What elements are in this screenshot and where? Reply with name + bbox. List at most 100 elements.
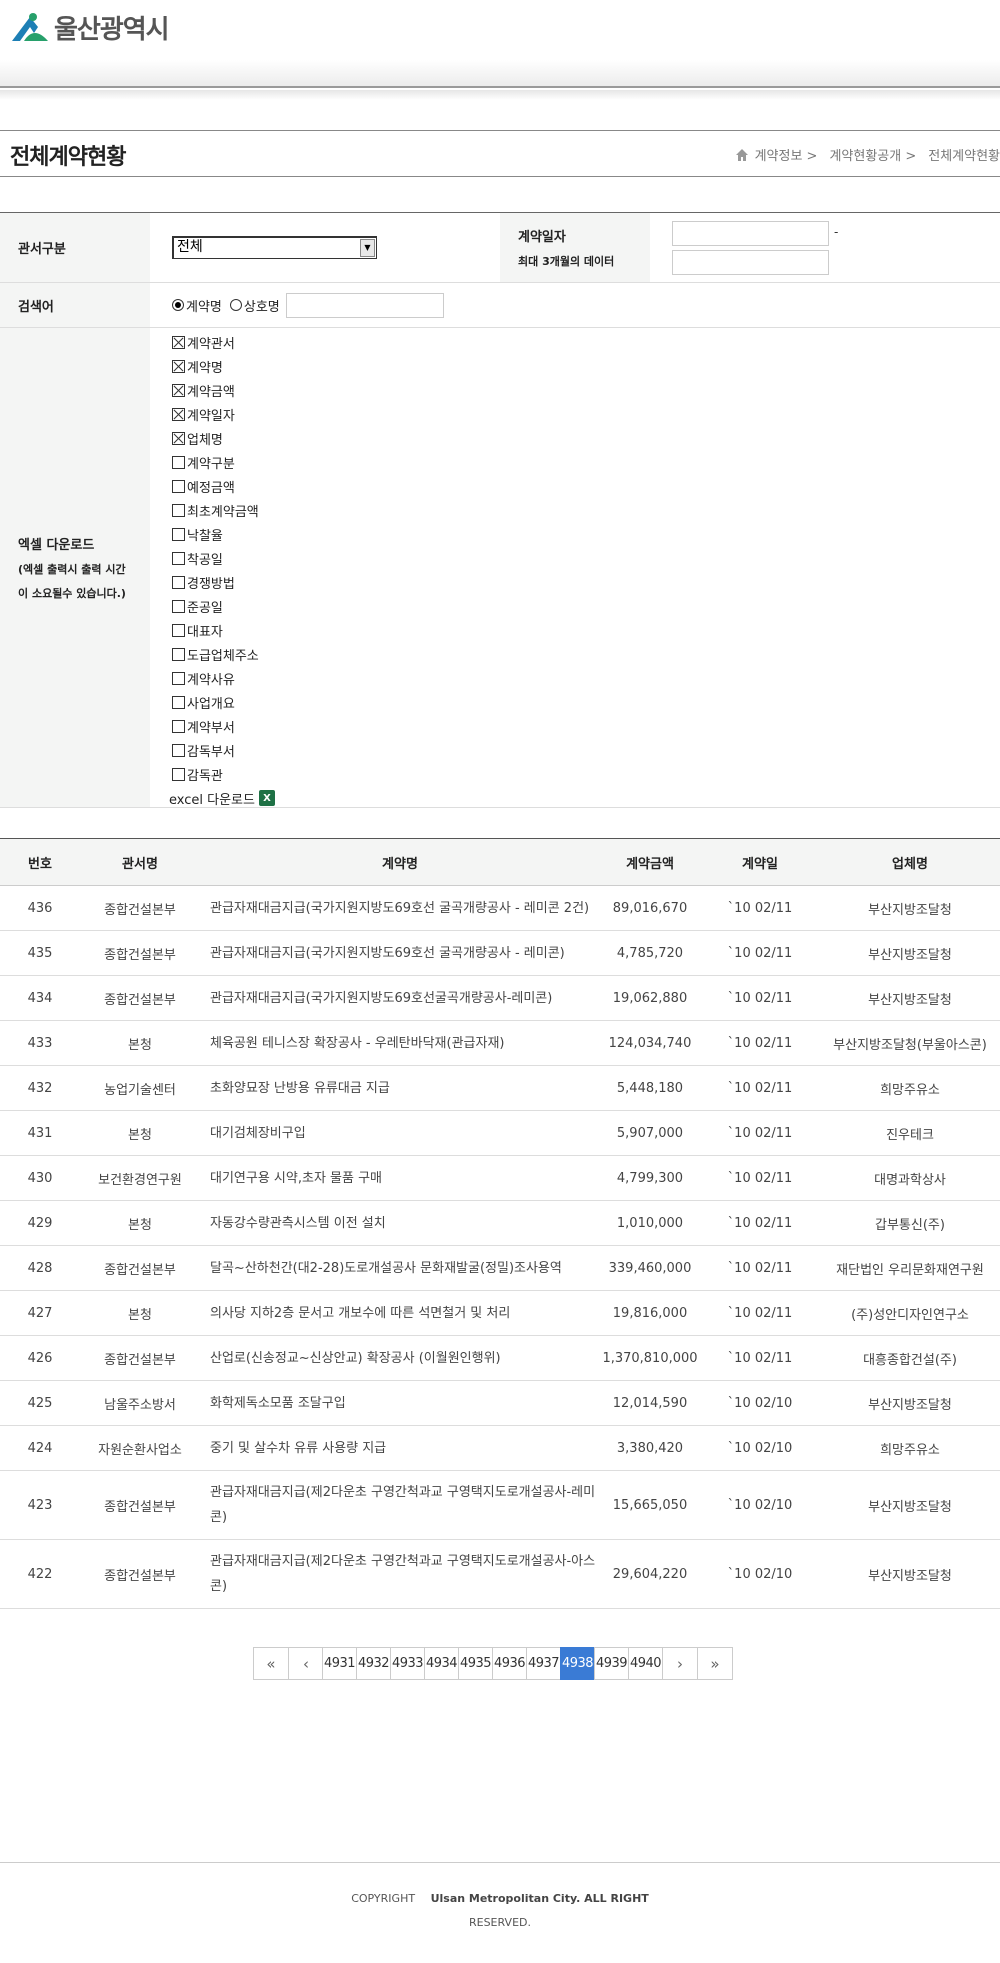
checkbox-icon[interactable] (172, 647, 185, 661)
excel-icon[interactable]: X (258, 790, 275, 806)
excel-column-checkbox[interactable]: 계약구분 (172, 450, 275, 474)
date-start-input[interactable] (672, 220, 829, 246)
row-contract-name[interactable]: 관급자재대금지급(국가지원지방도69호선 굴곡개량공사 - 레미콘) (200, 930, 600, 976)
excel-column-checkbox[interactable]: 계약사유 (172, 666, 275, 690)
excel-column-checkbox[interactable]: 대표자 (172, 618, 275, 642)
row-contract-name[interactable]: 자동강수량관측시스템 이전 설치 (200, 1200, 600, 1246)
breadcrumb-item[interactable]: 계약현황공개 > (829, 145, 916, 164)
page-number-button[interactable]: 4937 (526, 1647, 561, 1680)
checkbox-checked-icon[interactable] (172, 407, 185, 421)
home-icon[interactable] (735, 148, 749, 162)
page-number-button[interactable]: 4931 (322, 1647, 357, 1680)
row-contract-name[interactable]: 중기 및 살수차 유류 사용량 지급 (200, 1425, 600, 1471)
breadcrumb-item[interactable]: 계약정보 > (755, 145, 818, 164)
checkbox-icon[interactable] (172, 671, 185, 685)
page-number-button[interactable]: 4934 (424, 1647, 459, 1680)
checkbox-icon[interactable] (172, 767, 185, 781)
checkbox-icon[interactable] (172, 599, 185, 613)
row-contract-name[interactable]: 초화양묘장 난방용 유류대금 지급 (200, 1065, 600, 1111)
table-row[interactable]: 436 종합건설본부 관급자재대금지급(국가지원지방도69호선 굴곡개량공사 - 레… (0, 885, 1000, 931)
next-page-button[interactable]: › (662, 1647, 698, 1680)
office-select[interactable]: 전체 ▼ (172, 236, 377, 259)
radio-company-name[interactable]: 상호명 (229, 296, 280, 315)
table-row[interactable]: 433 본청 체육공원 테니스장 확장공사 - 우레탄바닥재(관급자재) 124,03… (0, 1020, 1000, 1066)
checkbox-icon[interactable] (172, 695, 185, 709)
row-contract-name[interactable]: 관급자재대금지급(국가지원지방도69호선굴곡개량공사-레미콘) (200, 975, 600, 1021)
checkbox-icon[interactable] (172, 503, 185, 517)
table-row[interactable]: 425 남울주소방서 화학제독소모품 조달구입 12,014,590 `10 02/10… (0, 1380, 1000, 1426)
site-logo[interactable]: 울산광역시 (10, 9, 170, 46)
page-number-button[interactable]: 4938 (560, 1647, 595, 1680)
checkbox-checked-icon[interactable] (172, 359, 185, 373)
table-row[interactable]: 435 종합건설본부 관급자재대금지급(국가지원지방도69호선 굴곡개량공사 - 레… (0, 930, 1000, 976)
table-row[interactable]: 423 종합건설본부 관급자재대금지급(제2다운초 구영간척과교 구영택지도로개설공… (0, 1470, 1000, 1540)
page-number-button[interactable]: 4940 (628, 1647, 663, 1680)
excel-column-checkbox[interactable]: 계약부서 (172, 714, 275, 738)
checkbox-icon[interactable] (172, 623, 185, 637)
checkbox-icon[interactable] (172, 479, 185, 493)
table-row[interactable]: 426 종합건설본부 산업로(신송정교~신상안교) 확장공사 (이월원인행위) 1,3… (0, 1335, 1000, 1381)
table-row[interactable]: 429 본청 자동강수량관측시스템 이전 설치 1,010,000 `10 02/11 갑… (0, 1200, 1000, 1246)
excel-column-checkbox[interactable]: 예정금액 (172, 474, 275, 498)
row-contract-name[interactable]: 관급자재대금지급(국가지원지방도69호선 굴곡개량공사 - 레미콘 2건) (200, 885, 600, 931)
checkbox-checked-icon[interactable] (172, 335, 185, 349)
page-number-button[interactable]: 4933 (390, 1647, 425, 1680)
table-row[interactable]: 422 종합건설본부 관급자재대금지급(제2다운초 구영간척과교 구영택지도로개설공… (0, 1539, 1000, 1609)
row-contract-name[interactable]: 관급자재대금지급(제2다운초 구영간척과교 구영택지도로개설공사-아스콘) (200, 1539, 600, 1609)
excel-column-checkbox[interactable]: 계약금액 (172, 378, 275, 402)
checkbox-icon[interactable] (172, 551, 185, 565)
checkbox-icon[interactable] (172, 743, 185, 757)
row-contract-name[interactable]: 화학제독소모품 조달구입 (200, 1380, 600, 1426)
excel-column-checkbox[interactable]: 계약일자 (172, 402, 275, 426)
office-date-row: 관서구분 전체 ▼ 계약일자 최대 3개월의 데이터 - (0, 213, 1000, 283)
excel-column-checkbox[interactable]: 경쟁방법 (172, 570, 275, 594)
excel-column-checkbox[interactable]: 사업개요 (172, 690, 275, 714)
radio-contract-name[interactable]: 계약명 (172, 296, 222, 315)
row-contract-name[interactable]: 달곡~산하천간(대2-28)도로개설공사 문화재발굴(정밀)조사용역 (200, 1245, 600, 1291)
checkbox-icon[interactable] (172, 575, 185, 589)
row-contract-name[interactable]: 관급자재대금지급(제2다운초 구영간척과교 구영택지도로개설공사-레미콘) (200, 1470, 600, 1540)
checkbox-icon[interactable] (172, 527, 185, 541)
excel-column-checkbox[interactable]: 업체명 (172, 426, 275, 450)
table-row[interactable]: 432 농업기술센터 초화양묘장 난방용 유류대금 지급 5,448,180 `10 0… (0, 1065, 1000, 1111)
excel-column-checkbox[interactable]: 준공일 (172, 594, 275, 618)
checkbox-icon[interactable] (172, 455, 185, 469)
page-number-button[interactable]: 4935 (458, 1647, 493, 1680)
date-end-input[interactable] (672, 249, 829, 275)
row-contract-name[interactable]: 의사당 지하2층 문서고 개보수에 따른 석면철거 및 처리 (200, 1290, 600, 1336)
page-number-button[interactable]: 4939 (594, 1647, 629, 1680)
excel-column-checkbox[interactable]: 계약명 (172, 354, 275, 378)
checkbox-icon[interactable] (172, 719, 185, 733)
excel-download-link[interactable]: excel 다운로드 X (169, 786, 275, 810)
row-contract-name[interactable]: 대기검체장비구입 (200, 1110, 600, 1156)
radio-selected-icon[interactable] (172, 299, 184, 311)
excel-column-checkbox[interactable]: 감독관 (172, 762, 275, 786)
excel-column-checkbox[interactable]: 계약관서 (172, 330, 275, 354)
checkbox-checked-icon[interactable] (172, 383, 185, 397)
excel-column-checkbox[interactable]: 착공일 (172, 546, 275, 570)
table-row[interactable]: 427 본청 의사당 지하2층 문서고 개보수에 따른 석면철거 및 처리 19,81… (0, 1290, 1000, 1336)
excel-column-checkbox[interactable]: 최초계약금액 (172, 498, 275, 522)
prev-page-button[interactable]: ‹ (288, 1647, 324, 1680)
excel-column-checkbox[interactable]: 낙찰율 (172, 522, 275, 546)
table-row[interactable]: 430 보건환경연구원 대기연구용 시약,초자 물품 구매 4,799,300 `10 … (0, 1155, 1000, 1201)
table-row[interactable]: 428 종합건설본부 달곡~산하천간(대2-28)도로개설공사 문화재발굴(정밀)조… (0, 1245, 1000, 1291)
row-contract-name[interactable]: 체육공원 테니스장 확장공사 - 우레탄바닥재(관급자재) (200, 1020, 600, 1066)
page-number-button[interactable]: 4936 (492, 1647, 527, 1680)
row-company: 부산지방조달청 (820, 930, 1000, 976)
keyword-input[interactable] (285, 292, 444, 318)
row-company: 진우테크 (820, 1110, 1000, 1156)
table-row[interactable]: 431 본청 대기검체장비구입 5,907,000 `10 02/11 진우테크 (0, 1110, 1000, 1156)
excel-column-checkbox[interactable]: 감독부서 (172, 738, 275, 762)
table-row[interactable]: 434 종합건설본부 관급자재대금지급(국가지원지방도69호선굴곡개량공사-레미콘)… (0, 975, 1000, 1021)
excel-column-checkbox[interactable]: 도급업체주소 (172, 642, 275, 666)
table-row[interactable]: 424 자원순환사업소 중기 및 살수차 유류 사용량 지급 3,380,420 `10… (0, 1425, 1000, 1471)
chevron-down-icon[interactable]: ▼ (360, 239, 375, 257)
first-page-button[interactable]: « (253, 1647, 289, 1680)
row-contract-name[interactable]: 산업로(신송정교~신상안교) 확장공사 (이월원인행위) (200, 1335, 600, 1381)
page-number-button[interactable]: 4932 (356, 1647, 391, 1680)
row-contract-name[interactable]: 대기연구용 시약,초자 물품 구매 (200, 1155, 600, 1201)
checkbox-checked-icon[interactable] (172, 431, 185, 445)
last-page-button[interactable]: » (697, 1647, 733, 1680)
radio-icon[interactable] (229, 299, 242, 311)
